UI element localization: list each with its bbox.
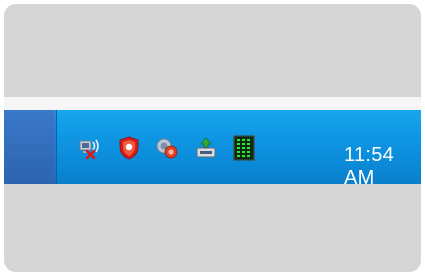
screenshot-frame: 11:54 AM (4, 4, 421, 272)
safely-remove-hardware-icon[interactable] (194, 136, 218, 160)
security-shield-icon[interactable] (117, 136, 141, 160)
system-tray: 11:54 AM (56, 110, 421, 189)
sound-volume-icon[interactable] (155, 136, 179, 160)
taskbar-buttons-area[interactable] (4, 110, 54, 184)
taskbar-top-edge (4, 97, 421, 110)
cpu-meter-icon[interactable] (233, 135, 255, 161)
wireless-network-disconnected-icon[interactable] (78, 136, 102, 160)
taskbar: 11:54 AM (4, 110, 421, 189)
desktop-area-top (4, 4, 421, 97)
desktop-area-bottom (4, 184, 421, 272)
